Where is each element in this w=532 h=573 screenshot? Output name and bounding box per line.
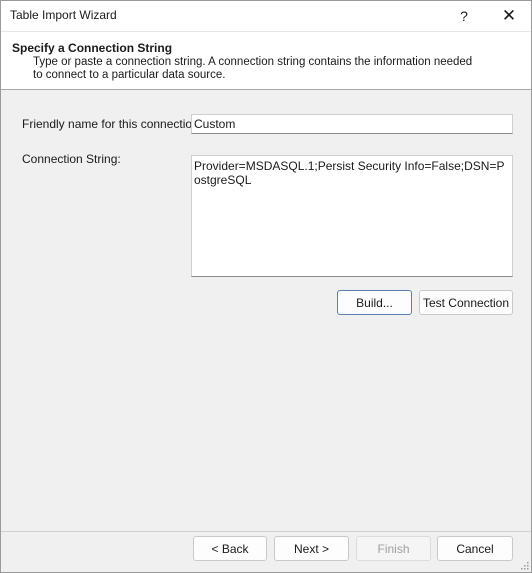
- friendly-name-label: Friendly name for this connection:: [22, 117, 203, 131]
- window-title: Table Import Wizard: [10, 8, 117, 22]
- close-icon: ✕: [501, 6, 517, 25]
- wizard-header: Specify a Connection String Type or past…: [1, 32, 531, 90]
- back-button[interactable]: < Back: [193, 536, 267, 561]
- cancel-button[interactable]: Cancel: [437, 536, 513, 561]
- test-connection-button[interactable]: Test Connection: [419, 290, 513, 315]
- help-icon: ?: [460, 8, 468, 24]
- footer-divider: [1, 531, 531, 532]
- title-bar: Table Import Wizard ? ✕: [1, 1, 531, 32]
- page-description: Type or paste a connection string. A con…: [33, 56, 473, 81]
- close-button[interactable]: ✕: [487, 1, 531, 31]
- build-button[interactable]: Build...: [337, 290, 412, 315]
- next-button[interactable]: Next >: [274, 536, 349, 561]
- page-title: Specify a Connection String: [12, 41, 173, 55]
- finish-button[interactable]: Finish: [356, 536, 431, 561]
- connection-string-label: Connection String:: [22, 152, 121, 166]
- wizard-window: Table Import Wizard ? ✕ Specify a Connec…: [0, 0, 532, 573]
- connection-string-input[interactable]: Provider=MSDASQL.1;Persist Security Info…: [191, 155, 513, 277]
- help-button[interactable]: ?: [442, 1, 486, 31]
- resize-grip-icon[interactable]: [519, 560, 529, 570]
- friendly-name-input[interactable]: Custom: [191, 114, 513, 134]
